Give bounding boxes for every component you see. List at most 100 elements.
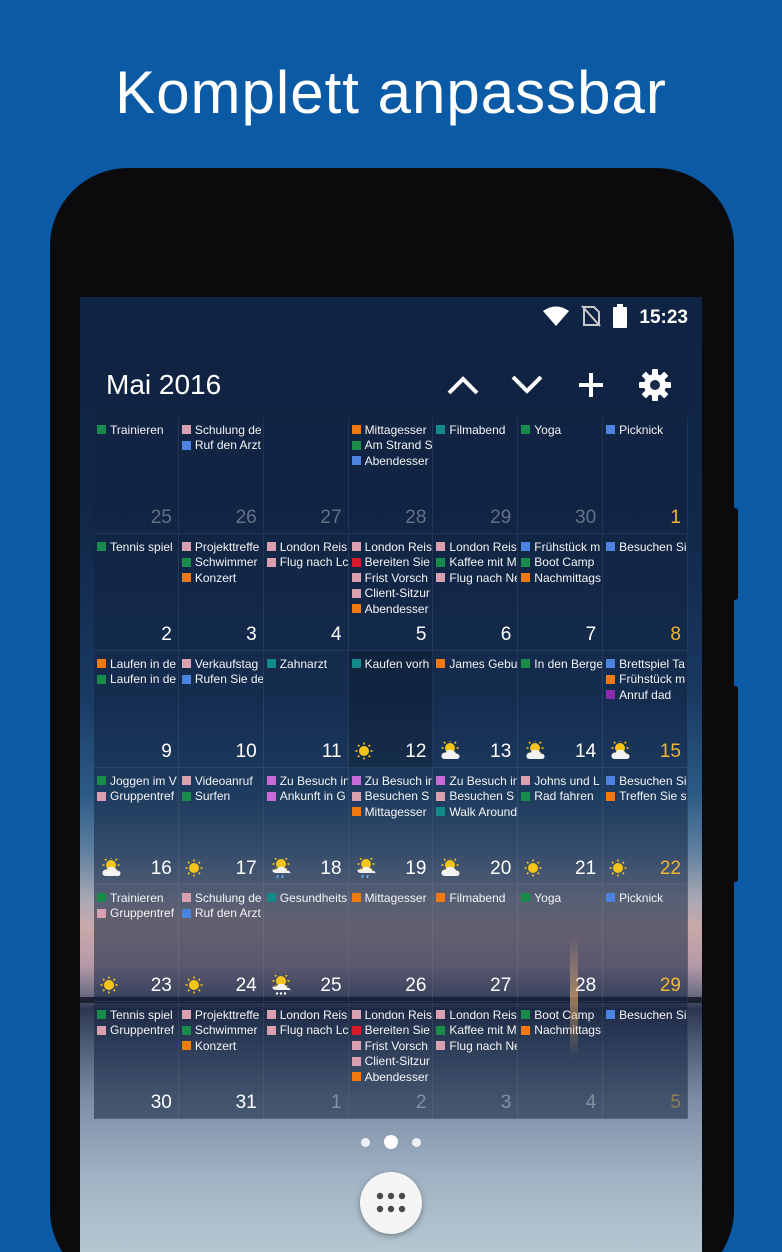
day-cell[interactable]: London Reis Flug nach Lc 1 [263,1002,349,1119]
event-item[interactable]: London Reis [349,1007,433,1023]
event-item[interactable]: London Reis [264,1007,348,1023]
day-cell[interactable]: Joggen im V Gruppentref 16 [94,768,179,885]
settings-button[interactable] [630,360,680,410]
event-item[interactable]: Rad fahren [518,789,602,805]
event-item[interactable]: Mittagesser [349,422,433,438]
event-item[interactable]: Ruf den Arzt [179,906,263,922]
event-item[interactable]: Abendesser [349,1069,433,1085]
event-item[interactable]: Anruf dad [603,687,687,703]
event-item[interactable]: Filmabend [433,422,517,438]
day-cell[interactable]: Videoanruf Surfen 17 [178,768,264,885]
event-item[interactable]: Kaffee mit M [433,555,517,571]
event-item[interactable]: Surfen [179,789,263,805]
day-cell[interactable]: Tennis spiel Gruppentref 30 [94,1002,179,1119]
event-item[interactable]: Frühstück m [518,539,602,555]
day-cell[interactable]: Trainieren Gruppentref 23 [94,885,179,1002]
event-item[interactable]: Nachmittags [518,1023,602,1039]
day-cell[interactable]: Picknick 29 [603,885,688,1002]
event-item[interactable]: Schwimmer [179,1023,263,1039]
event-item[interactable]: Am Strand S [349,438,432,454]
day-cell[interactable]: Kaufen vorh 12 [348,651,434,768]
event-item[interactable]: Treffen Sie s [603,789,687,805]
event-item[interactable]: Joggen im V [94,773,178,789]
event-item[interactable]: Abendesser [349,601,433,617]
day-cell[interactable]: Besuchen Si 5 [603,1002,688,1119]
day-cell[interactable]: London Reis Flug nach Lc 4 [263,534,349,651]
event-item[interactable]: Ankunft in G [264,789,348,805]
event-item[interactable]: Nachmittags [518,570,602,586]
event-item[interactable]: London Reis [264,539,348,555]
event-item[interactable]: Picknick [603,890,687,906]
event-item[interactable]: Flug nach Ne [433,1038,517,1054]
event-item[interactable]: Frist Vorsch [349,570,433,586]
event-item[interactable]: Besuchen Si [603,773,687,789]
day-cell[interactable]: Picknick 1 [603,417,688,534]
day-cell[interactable]: Verkaufstag Rufen Sie de 10 [178,651,264,768]
event-item[interactable]: Walk Around [433,804,517,820]
event-item[interactable]: Kaufen vorh [349,656,433,672]
day-cell[interactable]: Schulung de Ruf den Arzt 24 [178,885,264,1002]
event-item[interactable]: Konzert [179,570,263,586]
event-item[interactable]: Besuchen Si [603,539,687,555]
app-drawer-button[interactable] [360,1172,422,1234]
event-item[interactable]: Projekttreffe [179,539,263,555]
day-cell[interactable]: Filmabend 29 [433,417,519,534]
event-item[interactable]: Gesundheits [264,890,348,906]
day-cell[interactable]: London Reis Bereiten Sie Frist Vorsch Clien… [348,1002,434,1119]
day-cell[interactable]: Frühstück m Boot Camp Nachmittags 7 [518,534,604,651]
day-cell[interactable]: James Gebu 13 [433,651,519,768]
event-item[interactable]: Schwimmer [179,555,263,571]
day-cell[interactable]: In den Berge 14 [518,651,604,768]
day-cell[interactable]: 27 [263,417,349,534]
page-dot[interactable] [412,1137,421,1147]
event-item[interactable]: Flug nach Ne [433,570,517,586]
event-item[interactable]: Besuchen S [433,789,517,805]
event-item[interactable]: Brettspiel Ta [603,656,687,672]
event-item[interactable]: Flug nach Lc [264,555,348,571]
event-item[interactable]: Abendesser [349,453,433,469]
day-cell[interactable]: Zu Besuch in Besuchen S Walk Around 20 [433,768,519,885]
event-item[interactable]: Konzert [179,1038,263,1054]
event-item[interactable]: Johns und L [518,773,602,789]
event-item[interactable]: Frühstück m [603,672,687,688]
day-cell[interactable]: Boot Camp Nachmittags 4 [518,1002,604,1119]
month-title[interactable]: Mai 2016 [106,369,438,401]
previous-month-button[interactable] [438,360,488,410]
event-item[interactable]: Bereiten Sie [349,1023,433,1039]
event-item[interactable]: Flug nach Lc [264,1023,348,1039]
page-dot[interactable] [384,1135,398,1149]
day-cell[interactable]: Gesundheits 25 [263,885,349,1002]
day-cell[interactable]: Laufen in de Laufen in de 9 [94,651,179,768]
event-item[interactable]: London Reis [433,539,517,555]
day-cell[interactable]: Tennis spiel 2 [94,534,179,651]
day-cell[interactable]: Besuchen Si 8 [603,534,688,651]
event-item[interactable]: London Reis [349,539,433,555]
day-cell[interactable]: Zahnarzt 11 [263,651,349,768]
event-item[interactable]: Besuchen S [349,789,433,805]
event-item[interactable]: Ruf den Arzt [179,438,263,454]
day-cell[interactable]: Projekttreffe Schwimmer Konzert 31 [178,1002,264,1119]
event-item[interactable]: Gruppentref [94,906,178,922]
day-cell[interactable]: London Reis Kaffee mit M Flug nach Ne 3 [433,1002,519,1119]
day-cell[interactable]: Mittagesser 26 [348,885,434,1002]
event-item[interactable]: Filmabend [433,890,517,906]
event-item[interactable]: Zu Besuch in [349,773,432,789]
event-item[interactable]: In den Berge [518,656,602,672]
event-item[interactable]: Mittagesser [349,804,433,820]
event-item[interactable]: Yoga [518,422,602,438]
event-item[interactable]: Tennis spiel [94,539,178,555]
day-cell[interactable]: London Reis Bereiten Sie Frist Vorsch Clien… [348,534,434,651]
event-item[interactable]: Client-Sitzur [349,1054,433,1070]
day-cell[interactable]: Mittagesser Am Strand S Abendesser 28 [348,417,434,534]
event-item[interactable]: Boot Camp [518,555,602,571]
event-item[interactable]: Trainieren [94,890,178,906]
day-cell[interactable]: Brettspiel Ta Frühstück m Anruf dad 15 [603,651,688,768]
day-cell[interactable]: Schulung de Ruf den Arzt 26 [178,417,264,534]
event-item[interactable]: Bereiten Sie [349,555,433,571]
event-item[interactable]: Gruppentref [94,789,178,805]
event-item[interactable]: Laufen in de [94,656,178,672]
event-item[interactable]: Rufen Sie de [179,672,263,688]
day-cell[interactable]: Filmabend 27 [433,885,519,1002]
event-item[interactable]: Tennis spiel [94,1007,178,1023]
day-cell[interactable]: Yoga 30 [518,417,604,534]
